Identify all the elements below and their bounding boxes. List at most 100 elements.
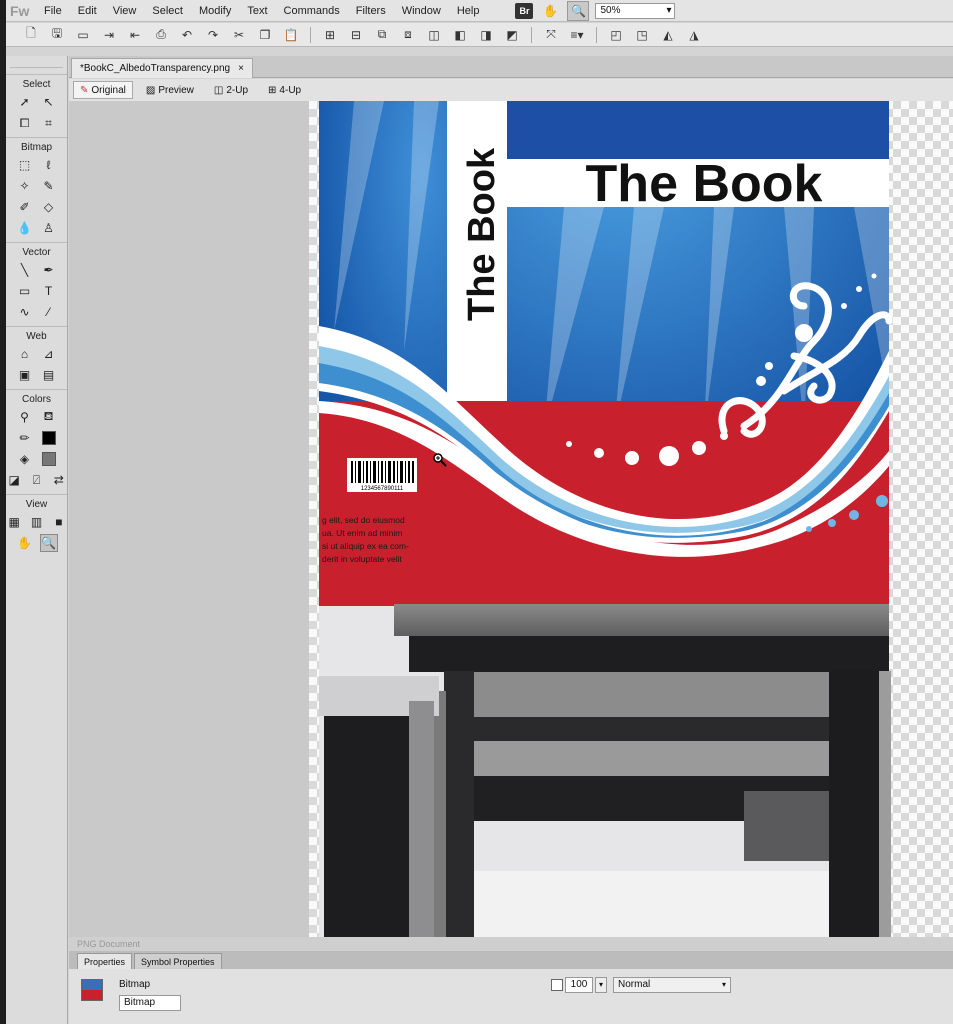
- rubber-stamp-tool-icon[interactable]: ♙: [40, 219, 58, 237]
- tab-properties[interactable]: Properties: [77, 953, 133, 969]
- view-4up-button[interactable]: ⊞ 4-Up: [261, 81, 308, 99]
- stroke-swatch[interactable]: [40, 429, 58, 447]
- crop-tool-icon[interactable]: ⌗: [40, 114, 58, 132]
- undo-icon[interactable]: ↶: [174, 25, 200, 45]
- pencil-tool-icon[interactable]: ✐: [16, 198, 34, 216]
- default-colors-icon[interactable]: ◪: [6, 471, 22, 489]
- flip-horizontal-icon[interactable]: ◭: [655, 25, 681, 45]
- flip-vertical-icon[interactable]: ◮: [681, 25, 707, 45]
- full-screen-menus-icon[interactable]: ▥: [28, 513, 44, 531]
- standard-screen-icon[interactable]: ▦: [6, 513, 22, 531]
- lasso-tool-icon[interactable]: ℓ: [40, 156, 58, 174]
- hotspot-tool-icon[interactable]: ⌂: [16, 345, 34, 363]
- menu-commands[interactable]: Commands: [276, 5, 348, 17]
- brush-tool-icon[interactable]: ✎: [40, 177, 58, 195]
- bridge-button[interactable]: Br: [515, 2, 534, 19]
- tools-section-label: Colors: [22, 394, 51, 405]
- export-icon[interactable]: ⇤: [122, 25, 148, 45]
- view-original-label: Original: [91, 84, 126, 96]
- ungroup-icon[interactable]: ⊟: [343, 25, 369, 45]
- save-all-icon[interactable]: ▭: [70, 25, 96, 45]
- zoom-tool-icon[interactable]: 🔍: [39, 534, 58, 552]
- show-slices-icon[interactable]: ▤: [40, 366, 58, 384]
- hand-tool-icon[interactable]: ✋: [539, 1, 561, 21]
- subselect-tool-icon[interactable]: ↖: [40, 93, 58, 111]
- menu-file[interactable]: File: [36, 5, 70, 17]
- hand-tool-icon[interactable]: ✋: [16, 534, 34, 552]
- full-screen-icon[interactable]: ■: [51, 513, 67, 531]
- pen-tool-icon[interactable]: ✒: [40, 261, 58, 279]
- opacity-icon: [551, 979, 563, 991]
- document-tab[interactable]: *BookC_AlbedoTransparency.png ×: [71, 58, 253, 78]
- fill-swatch[interactable]: [40, 450, 58, 468]
- menu-filters[interactable]: Filters: [348, 5, 394, 17]
- menu-edit[interactable]: Edit: [70, 5, 105, 17]
- opacity-input[interactable]: 100: [565, 977, 593, 993]
- toolbar-separator: [596, 26, 597, 43]
- object-name-input[interactable]: Bitmap: [119, 995, 181, 1011]
- pointer-tool-icon[interactable]: ➚: [16, 93, 34, 111]
- menu-select[interactable]: Select: [144, 5, 191, 17]
- tools-section-label: View: [25, 499, 48, 510]
- view-preview-button[interactable]: ▨ Preview: [139, 81, 201, 99]
- rotate-left-icon[interactable]: ◰: [603, 25, 629, 45]
- menu-help[interactable]: Help: [449, 5, 488, 17]
- bring-front-icon[interactable]: ◫: [421, 25, 447, 45]
- print-icon[interactable]: ⎙: [148, 25, 174, 45]
- transform-icon[interactable]: ⤧: [538, 25, 564, 45]
- menu-window[interactable]: Window: [394, 5, 449, 17]
- no-color-icon[interactable]: ⍁: [28, 471, 44, 489]
- send-backward-icon[interactable]: ◨: [473, 25, 499, 45]
- view-original-button[interactable]: ✎ Original: [73, 81, 133, 99]
- toolbar-separator: [310, 26, 311, 43]
- blend-mode-select[interactable]: Normal ▾: [613, 977, 731, 993]
- magic-wand-tool-icon[interactable]: ✧: [16, 177, 34, 195]
- send-back-icon[interactable]: ◩: [499, 25, 525, 45]
- texture-image[interactable]: The Book The Book 1234567890111 g elit, …: [314, 101, 899, 937]
- bring-forward-icon[interactable]: ◧: [447, 25, 473, 45]
- tools-section-view: View ▦ ▥ ■ ✋ 🔍: [6, 494, 67, 557]
- view-2up-button[interactable]: ◫ 2-Up: [207, 81, 255, 99]
- save-icon[interactable]: 🖫: [44, 25, 70, 45]
- close-icon[interactable]: ×: [238, 63, 244, 74]
- swap-colors-icon[interactable]: ⇄: [51, 471, 67, 489]
- copy-icon[interactable]: ❐: [252, 25, 278, 45]
- hide-slices-icon[interactable]: ▣: [16, 366, 34, 384]
- zoom-level-select[interactable]: 50% ▾: [595, 2, 676, 19]
- text-tool-icon[interactable]: T: [40, 282, 58, 300]
- freeform-tool-icon[interactable]: ∿: [16, 303, 34, 321]
- slice-tool-icon[interactable]: ⊿: [40, 345, 58, 363]
- redo-icon[interactable]: ↷: [200, 25, 226, 45]
- rotate-right-icon[interactable]: ◳: [629, 25, 655, 45]
- paint-bucket-tool-icon[interactable]: ⛾: [40, 408, 58, 426]
- menu-modify[interactable]: Modify: [191, 5, 239, 17]
- knife-tool-icon[interactable]: ⁄: [40, 303, 58, 321]
- menu-view[interactable]: View: [105, 5, 145, 17]
- menu-text[interactable]: Text: [239, 5, 275, 17]
- group-icon[interactable]: ⊞: [317, 25, 343, 45]
- opacity-dropdown-button[interactable]: ▾: [595, 977, 607, 993]
- fill-color-icon[interactable]: ◈: [16, 450, 34, 468]
- stroke-color-icon[interactable]: ✏: [16, 429, 34, 447]
- spine-title: The Book: [461, 147, 503, 321]
- line-tool-icon[interactable]: ╲: [16, 261, 34, 279]
- cut-icon[interactable]: ✂: [226, 25, 252, 45]
- canvas-area[interactable]: The Book The Book 1234567890111 g elit, …: [69, 101, 953, 937]
- eyedropper-tool-icon[interactable]: ⚲: [16, 408, 34, 426]
- image-icon: ▨: [145, 84, 156, 96]
- align-menu-icon[interactable]: ≡▾: [564, 25, 590, 45]
- marquee-tool-icon[interactable]: ⬚: [16, 156, 34, 174]
- paste-icon[interactable]: 📋: [278, 25, 304, 45]
- rectangle-tool-icon[interactable]: ▭: [16, 282, 34, 300]
- split-icon[interactable]: ⧈: [395, 25, 421, 45]
- import-icon[interactable]: ⇥: [96, 25, 122, 45]
- eraser-tool-icon[interactable]: ◇: [40, 198, 58, 216]
- blur-tool-icon[interactable]: 💧: [16, 219, 34, 237]
- zoom-tool-icon[interactable]: 🔍: [567, 0, 590, 21]
- scale-tool-icon[interactable]: ⧠: [16, 114, 34, 132]
- tab-symbol-properties[interactable]: Symbol Properties: [134, 953, 222, 969]
- panel-grip[interactable]: [10, 60, 63, 68]
- main-toolbar: 🗋 🖫 ▭ ⇥ ⇤ ⎙ ↶ ↷ ✂ ❐ 📋 ⊞ ⊟ ⧉ ⧈ ◫ ◧ ◨ ◩ ⤧ …: [6, 23, 953, 47]
- new-file-icon[interactable]: 🗋: [18, 25, 44, 45]
- join-icon[interactable]: ⧉: [369, 25, 395, 45]
